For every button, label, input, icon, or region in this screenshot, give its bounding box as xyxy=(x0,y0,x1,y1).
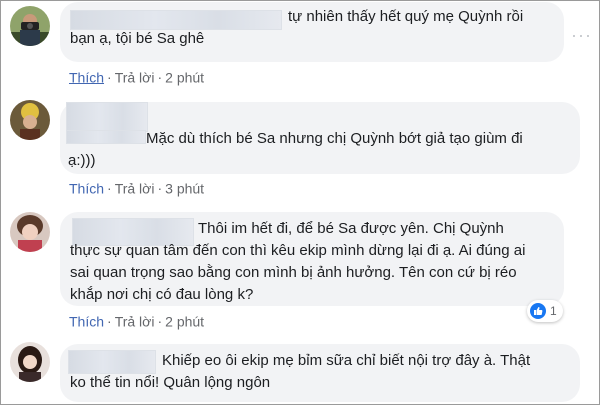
like-link[interactable]: Thích xyxy=(69,180,104,196)
comment-bubble: Thôi im hết đi, để bé Sa được yên. Chị Q… xyxy=(60,212,564,306)
like-link[interactable]: Thích xyxy=(69,313,104,329)
like-link[interactable]: Thích xyxy=(69,69,104,85)
reaction-badge[interactable]: 1 xyxy=(527,300,563,322)
reply-link[interactable]: Trả lời xyxy=(115,69,155,85)
comment-text: Khiếp eo ôi ekip mẹ bỉm sữa chỉ biết nội… xyxy=(70,352,531,391)
comment-actions: Thích · Trả lời · 3 phút xyxy=(69,180,205,197)
comment-time[interactable]: 2 phút xyxy=(165,313,204,329)
comment-actions: Thích · Trả lời · 2 phút xyxy=(69,313,205,330)
avatar[interactable] xyxy=(10,100,50,140)
comment-text: Mặc dù thích bé Sa nhưng chị Quỳnh bớt g… xyxy=(68,130,523,169)
comment-text: tự nhiên thấy hết quý mẹ Quỳnh rồi bạn ạ… xyxy=(70,8,524,47)
comment-time[interactable]: 3 phút xyxy=(165,180,204,196)
avatar[interactable] xyxy=(10,212,50,252)
comment-bubble: Mặc dù thích bé Sa nhưng chị Quỳnh bớt g… xyxy=(60,102,580,174)
avatar[interactable] xyxy=(10,6,50,46)
avatar[interactable] xyxy=(10,342,50,382)
comment-bubble: Khiếp eo ôi ekip mẹ bỉm sữa chỉ biết nội… xyxy=(60,344,580,402)
reply-link[interactable]: Trả lời xyxy=(115,180,155,196)
comment-bubble: tự nhiên thấy hết quý mẹ Quỳnh rồi bạn ạ… xyxy=(60,2,564,62)
ellipsis-icon[interactable]: ··· xyxy=(571,26,592,44)
reaction-count: 1 xyxy=(550,304,557,318)
comment-time[interactable]: 2 phút xyxy=(165,69,204,85)
like-reaction-icon xyxy=(530,303,546,319)
reply-link[interactable]: Trả lời xyxy=(115,313,155,329)
comment-text: Thôi im hết đi, để bé Sa được yên. Chị Q… xyxy=(70,220,526,303)
comment-actions: Thích · Trả lời · 2 phút xyxy=(69,69,205,86)
